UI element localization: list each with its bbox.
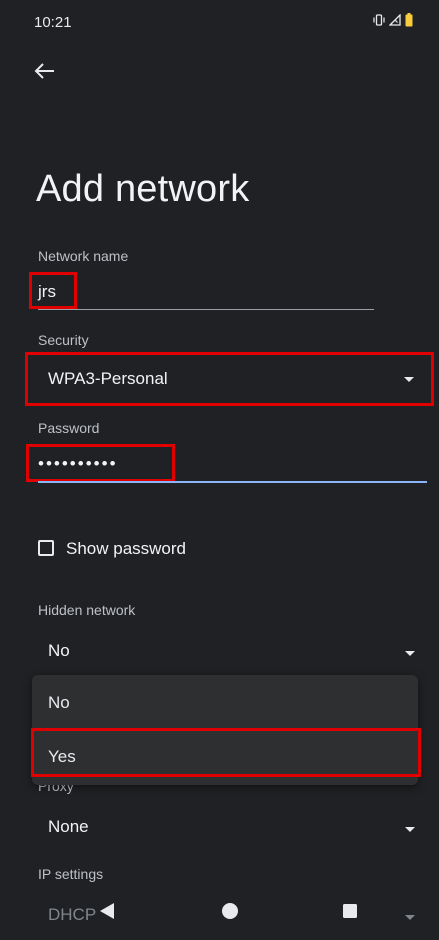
page-title: Add network — [36, 168, 250, 210]
show-password-label: Show password — [66, 539, 187, 558]
network-name-field[interactable]: jrs — [29, 271, 374, 311]
security-dropdown[interactable]: WPA3-Personal — [25, 352, 434, 406]
proxy-value: None — [48, 817, 89, 836]
status-time: 10:21 — [34, 14, 72, 31]
security-value: WPA3-Personal — [48, 369, 168, 388]
proxy-dropdown[interactable]: None — [38, 808, 427, 844]
network-name-value: jrs — [38, 282, 56, 301]
chevron-down-icon — [405, 651, 415, 656]
security-label: Security — [38, 332, 89, 348]
menu-item-no-label: No — [48, 693, 70, 712]
back-button[interactable] — [32, 58, 58, 84]
hidden-network-value: No — [48, 641, 70, 660]
chevron-down-icon — [405, 827, 415, 832]
signal-icon — [389, 14, 401, 26]
checkbox-icon — [38, 540, 54, 556]
password-label: Password — [38, 420, 100, 436]
hidden-network-label: Hidden network — [38, 602, 136, 618]
yes-option-highlight — [31, 728, 421, 777]
nav-recents-icon[interactable] — [343, 904, 357, 918]
vibrate-icon — [373, 14, 385, 26]
show-password-checkbox[interactable]: Show password — [38, 537, 218, 563]
network-name-underline — [38, 309, 374, 310]
nav-back-icon[interactable] — [98, 901, 116, 921]
password-field[interactable]: •••••••••• — [26, 444, 427, 484]
battery-icon — [405, 13, 413, 27]
navigation-bar — [0, 880, 439, 940]
network-name-label: Network name — [38, 248, 129, 264]
password-value: •••••••••• — [38, 454, 118, 473]
arrow-back-icon — [34, 63, 54, 79]
nav-home-icon[interactable] — [221, 902, 239, 920]
hidden-network-dropdown[interactable]: No — [38, 632, 427, 668]
chevron-down-icon — [404, 377, 414, 382]
status-icons — [373, 13, 413, 27]
password-underline — [38, 481, 427, 483]
status-bar: 10:21 — [0, 0, 439, 40]
menu-item-no[interactable]: No — [32, 678, 418, 726]
